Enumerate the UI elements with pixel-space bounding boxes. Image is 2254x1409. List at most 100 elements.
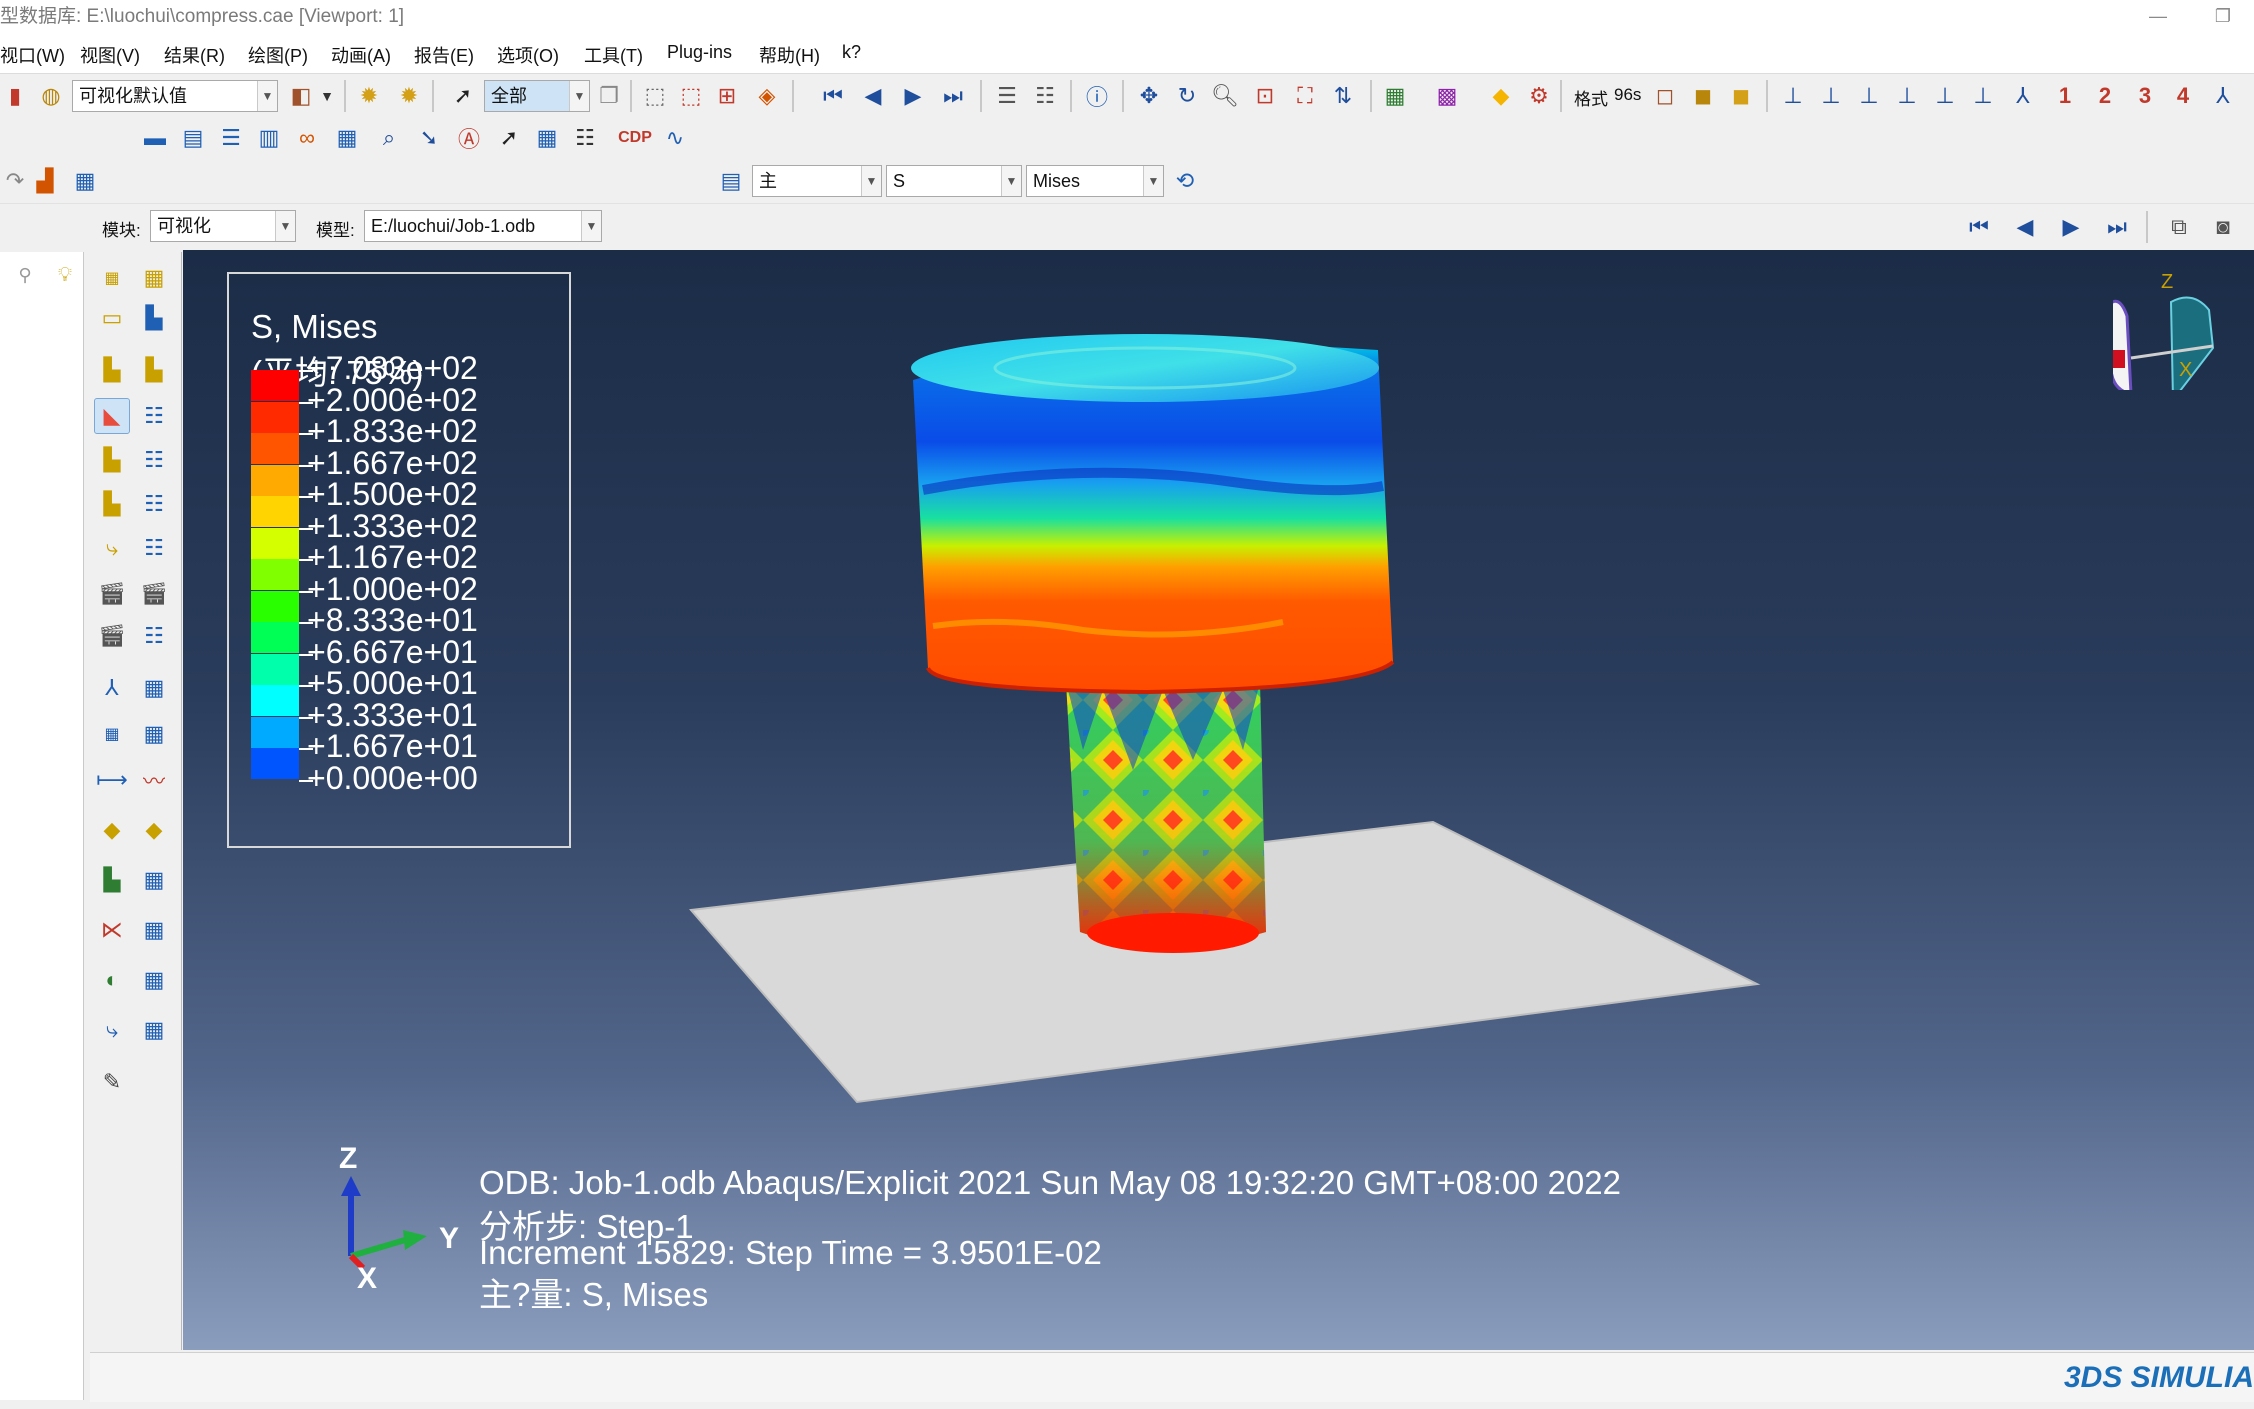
field-primary-select[interactable]: 主 ▼ xyxy=(752,165,882,197)
view-left-icon[interactable]: ⊥ xyxy=(1930,81,1960,111)
chevron-down-icon[interactable]: ▼ xyxy=(312,81,342,111)
probe-icon[interactable]: ✎ xyxy=(94,1064,130,1100)
pointer-icon[interactable]: ➚ xyxy=(448,81,478,111)
view-back-icon[interactable]: ⊥ xyxy=(1816,81,1846,111)
stream-icon[interactable]: ⋉ xyxy=(94,912,130,948)
zoom-icon[interactable]: 🔍︎ xyxy=(1210,81,1240,111)
undeformed-shape-icon[interactable]: ▭ xyxy=(94,300,130,336)
selection-filter-select[interactable]: 全部 ▼ xyxy=(484,80,590,112)
iso-view-icon[interactable]: ⅄ xyxy=(2008,81,2038,111)
light-bulb-icon[interactable]: 💡︎ xyxy=(50,260,80,290)
cycle-views-icon[interactable]: ⇅ xyxy=(1328,81,1358,111)
field-variable-select[interactable]: S ▼ xyxy=(886,165,1022,197)
xy-plot-icon[interactable]: ⅄ xyxy=(94,670,130,706)
overlay-options-icon[interactable]: ☷ xyxy=(136,530,172,566)
select-mesh-icon[interactable]: ⊞ xyxy=(712,81,742,111)
menu-results[interactable]: 结果(R) xyxy=(164,42,225,68)
stack-icon[interactable]: ☷ xyxy=(1030,81,1060,111)
animate-harmonic-icon[interactable]: 🎬︎ xyxy=(94,618,130,654)
viewport-cascade-icon[interactable]: ▤ xyxy=(178,123,208,153)
view-bottom-icon[interactable]: ⊥ xyxy=(1892,81,1922,111)
query-icon[interactable]: ▟ xyxy=(30,166,60,196)
first-frame-icon[interactable]: ⏮ xyxy=(818,81,848,111)
orientation-options-icon[interactable]: ☷ xyxy=(136,486,172,522)
module-select[interactable]: 可视化 ▼ xyxy=(150,210,296,242)
menu-context-help[interactable]: k? xyxy=(842,42,861,63)
menu-tools[interactable]: 工具(T) xyxy=(584,42,643,68)
view-1-button[interactable]: 1 xyxy=(2050,81,2080,111)
contour-deformed-icon[interactable]: ◣ xyxy=(94,398,130,434)
menu-plot[interactable]: 绘图(P) xyxy=(248,42,308,68)
snapshot-icon[interactable]: ⧉ xyxy=(2164,212,2194,242)
next-frame-icon[interactable]: ▶ xyxy=(898,81,928,111)
camera-icon[interactable]: ◙ xyxy=(2208,212,2238,242)
symbol-plot-icon[interactable]: ▙ xyxy=(94,442,130,478)
menu-view[interactable]: 视图(V) xyxy=(80,42,140,68)
annotation-icon[interactable]: ⌕ xyxy=(374,123,404,153)
render-style-select[interactable]: 可视化默认值 ▼ xyxy=(72,80,278,112)
path-plot-icon[interactable]: 〰 xyxy=(136,762,172,798)
restore-icon[interactable]: ❐ xyxy=(2200,0,2246,34)
viewport-manager-icon[interactable]: ▦ xyxy=(332,123,362,153)
symbol-options-icon[interactable]: ☷ xyxy=(136,442,172,478)
axis-triad-icon[interactable]: ⅄ xyxy=(2208,81,2238,111)
color-map-icon[interactable]: ▩ xyxy=(1432,81,1462,111)
field-output-icon[interactable]: ▤ xyxy=(716,166,746,196)
signal-icon[interactable]: ∿ xyxy=(660,123,690,153)
palette-icon[interactable]: ◍ xyxy=(36,81,66,111)
viewport-tile-vertical-icon[interactable]: ▥ xyxy=(254,123,284,153)
last-frame-icon[interactable]: ⏭ xyxy=(938,81,968,111)
minimize-icon[interactable]: — xyxy=(2135,0,2181,34)
tree-filter-icon[interactable]: ⚲ xyxy=(10,260,40,290)
view-front-icon[interactable]: ⊥ xyxy=(1778,81,1808,111)
next-frame-icon[interactable]: ▶ xyxy=(2056,212,2086,242)
info-icon[interactable]: ⓘ xyxy=(1082,81,1112,111)
model-tree-panel[interactable]: ⚲ 💡︎ xyxy=(0,252,84,1400)
menu-help[interactable]: 帮助(H) xyxy=(759,42,820,68)
view-cube[interactable]: Z X xyxy=(2113,250,2253,390)
arrow-icon[interactable]: ➘ xyxy=(414,123,444,153)
stream-manager-icon[interactable]: ▦ xyxy=(136,912,172,948)
list-icon[interactable]: ☷ xyxy=(570,123,600,153)
table-icon[interactable]: ▦ xyxy=(70,166,100,196)
zoom-box-icon[interactable]: ⊡ xyxy=(1250,81,1280,111)
hidden-line-icon[interactable]: ◼ xyxy=(1688,81,1718,111)
pan-icon[interactable]: ✥ xyxy=(1134,81,1164,111)
free-body-manager-icon[interactable]: ▦ xyxy=(136,862,172,898)
symbol-plot-icon[interactable]: ◆ xyxy=(1486,81,1516,111)
menu-report[interactable]: 报告(E) xyxy=(414,42,474,68)
deformed-shape-icon[interactable]: ▙ xyxy=(136,300,172,336)
rotate-icon[interactable]: ↻ xyxy=(1172,81,1202,111)
xy-data-manager-icon[interactable]: ▦ xyxy=(136,670,172,706)
view-4-button[interactable]: 4 xyxy=(2168,81,2198,111)
plot-deformed-icon[interactable]: ▙ xyxy=(136,352,172,388)
view-cut-icon[interactable]: ◆ xyxy=(94,812,130,848)
refresh-icon[interactable]: ⟲ xyxy=(1170,166,1200,196)
mesh-highlight-icon[interactable]: ✹ xyxy=(354,81,384,111)
first-frame-icon[interactable]: ⏮ xyxy=(1964,212,1994,242)
view-3-button[interactable]: 3 xyxy=(2130,81,2160,111)
file-icon[interactable]: ▮ xyxy=(0,81,30,111)
overlay-plot-icon[interactable]: ⤷ xyxy=(94,530,130,566)
view-right-icon[interactable]: ⊥ xyxy=(1968,81,1998,111)
mesh-select-icon[interactable]: ✹ xyxy=(394,81,424,111)
xy-manager-icon[interactable]: ▦ xyxy=(136,716,172,752)
display-group-icon[interactable]: ◐ xyxy=(94,962,130,998)
select-annotation-icon[interactable]: ➚ xyxy=(494,123,524,153)
create-xy-data-icon[interactable]: ▦ xyxy=(94,716,130,752)
view-cut-manager-icon[interactable]: ◆ xyxy=(136,812,172,848)
text-icon[interactable]: Ⓐ xyxy=(454,123,484,153)
material-orientation-icon[interactable]: ▙ xyxy=(94,486,130,522)
viewport-single-icon[interactable]: ▬ xyxy=(140,123,170,153)
select-box-icon[interactable]: ⬚ xyxy=(640,81,670,111)
menu-plugins[interactable]: Plug-ins xyxy=(667,42,732,63)
ruler-icon[interactable]: ☰ xyxy=(992,81,1022,111)
model-select[interactable]: E:/luochui/Job-1.odb ▼ xyxy=(364,210,602,242)
view-top-icon[interactable]: ⊥ xyxy=(1854,81,1884,111)
free-body-icon[interactable]: ▙ xyxy=(94,862,130,898)
node-label-icon[interactable]: ▦ xyxy=(94,260,130,296)
plot-undeformed-icon[interactable]: ▙ xyxy=(94,352,130,388)
annotation-manager-icon[interactable]: ▦ xyxy=(532,123,562,153)
select-region-icon[interactable]: ⬚ xyxy=(676,81,706,111)
material-orientation-icon[interactable]: ⚙ xyxy=(1524,81,1554,111)
